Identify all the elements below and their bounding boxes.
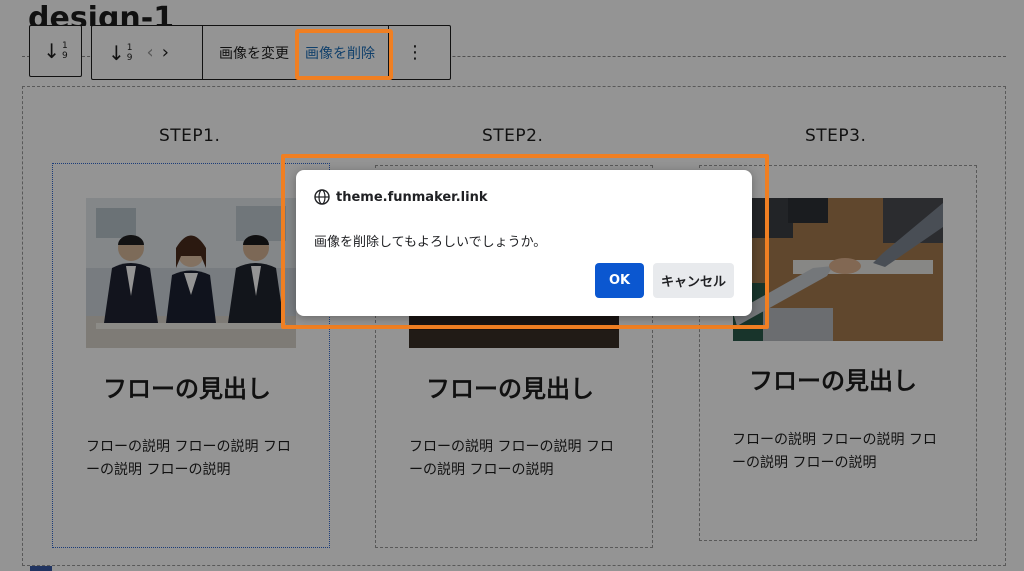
ok-button[interactable]: OK [595, 263, 644, 298]
dialog-origin-text: theme.funmaker.link [336, 189, 488, 205]
cancel-button[interactable]: キャンセル [653, 263, 734, 298]
dialog-message: 画像を削除してもよろしいでしょうか。 [314, 235, 547, 250]
dialog-origin: theme.funmaker.link [314, 189, 488, 205]
confirm-dialog: theme.funmaker.link 画像を削除してもよろしいでしょうか。 O… [296, 170, 752, 316]
globe-icon [314, 189, 330, 205]
